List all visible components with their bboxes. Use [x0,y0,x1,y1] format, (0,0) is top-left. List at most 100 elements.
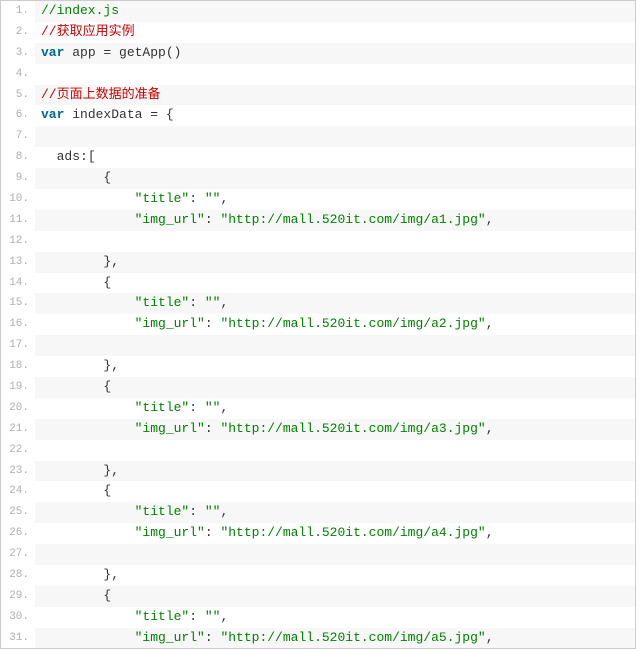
line-number: 24. [1,481,35,502]
string: "http://mall.520it.com/img/a4.jpg" [220,523,485,544]
code-line: 27. [1,544,635,565]
code-line: 5. //页面上数据的准备 [1,85,635,106]
code-line: 4. [1,64,635,85]
code-line: 9. { [1,168,635,189]
code-line: 6. var indexData = { [1,105,635,126]
code-content [35,335,635,356]
line-number: 28. [1,565,35,586]
code-line: 29. { [1,586,635,607]
identifier: ads [57,147,80,168]
keyword: var [41,105,64,126]
string: "http://mall.520it.com/img/a2.jpg" [220,314,485,335]
string: "http://mall.520it.com/img/a5.jpg" [220,628,485,649]
code-line: 26. "img_url": "http://mall.520it.com/im… [1,523,635,544]
code-content: }, [35,565,635,586]
line-number: 14. [1,273,35,294]
line-number: 18. [1,356,35,377]
code-content: { [35,273,635,294]
line-number: 13. [1,252,35,273]
code-line: 28. }, [1,565,635,586]
code-content: //index.js [35,1,635,22]
string: "title" [135,502,190,523]
code-content: "title": "", [35,293,635,314]
line-number: 5. [1,85,35,106]
code-content: "title": "", [35,502,635,523]
code-content: { [35,586,635,607]
string: "" [205,607,221,628]
code-content: { [35,481,635,502]
code-content: }, [35,356,635,377]
line-number: 9. [1,168,35,189]
line-number: 30. [1,607,35,628]
line-number: 20. [1,398,35,419]
line-number: 8. [1,147,35,168]
line-number: 22. [1,440,35,461]
code-line: 25. "title": "", [1,502,635,523]
code-content: "img_url": "http://mall.520it.com/img/a4… [35,523,635,544]
string: "" [205,189,221,210]
code-line: 14. { [1,273,635,294]
code-content: "img_url": "http://mall.520it.com/img/a1… [35,210,635,231]
string: "img_url" [135,628,205,649]
code-content [35,440,635,461]
string: "" [205,398,221,419]
line-number: 15. [1,293,35,314]
line-number: 7. [1,126,35,147]
code-line: 7. [1,126,635,147]
code-line: 15. "title": "", [1,293,635,314]
line-number: 29. [1,586,35,607]
line-number: 12. [1,231,35,252]
code-line: 20. "title": "", [1,398,635,419]
line-number: 16. [1,314,35,335]
string: "title" [135,189,190,210]
code-line: 1. //index.js [1,1,635,22]
code-content: //获取应用实例 [35,22,635,43]
code-line: 8. ads:[ [1,147,635,168]
code-content: }, [35,252,635,273]
code-line: 11. "img_url": "http://mall.520it.com/im… [1,210,635,231]
code-block: 1. //index.js 2. //获取应用实例 3. var app = g… [0,0,636,649]
code-content [35,544,635,565]
string: "img_url" [135,314,205,335]
line-number: 25. [1,502,35,523]
code-content: "title": "", [35,398,635,419]
line-number: 1. [1,1,35,22]
line-number: 21. [1,419,35,440]
string: "title" [135,293,190,314]
code-content [35,231,635,252]
string: "http://mall.520it.com/img/a3.jpg" [220,419,485,440]
code-content: //页面上数据的准备 [35,85,635,106]
code-line: 22. [1,440,635,461]
code-content: var app = getApp() [35,43,635,64]
code-content: "title": "", [35,189,635,210]
code-content: "img_url": "http://mall.520it.com/img/a3… [35,419,635,440]
code-content: }, [35,461,635,482]
comment: //获取应用实例 [41,22,135,43]
line-number: 23. [1,461,35,482]
line-number: 3. [1,43,35,64]
string: "" [205,293,221,314]
line-number: 17. [1,335,35,356]
code-line: 13. }, [1,252,635,273]
line-number: 31. [1,628,35,649]
code-line: 23. }, [1,461,635,482]
line-number: 11. [1,210,35,231]
code-line: 18. }, [1,356,635,377]
code-content: "img_url": "http://mall.520it.com/img/a2… [35,314,635,335]
keyword: var [41,43,64,64]
code-line: 10. "title": "", [1,189,635,210]
code-line: 24. { [1,481,635,502]
code-line: 19. { [1,377,635,398]
code-content: ads:[ [35,147,635,168]
code-line: 30. "title": "", [1,607,635,628]
comment: //页面上数据的准备 [41,85,161,106]
string: "" [205,502,221,523]
code-line: 21. "img_url": "http://mall.520it.com/im… [1,419,635,440]
identifier: app [72,43,95,64]
code-line: 2. //获取应用实例 [1,22,635,43]
code-content [35,126,635,147]
line-number: 6. [1,105,35,126]
code-line: 31. "img_url": "http://mall.520it.com/im… [1,628,635,649]
line-number: 27. [1,544,35,565]
comment: //index.js [41,1,119,22]
